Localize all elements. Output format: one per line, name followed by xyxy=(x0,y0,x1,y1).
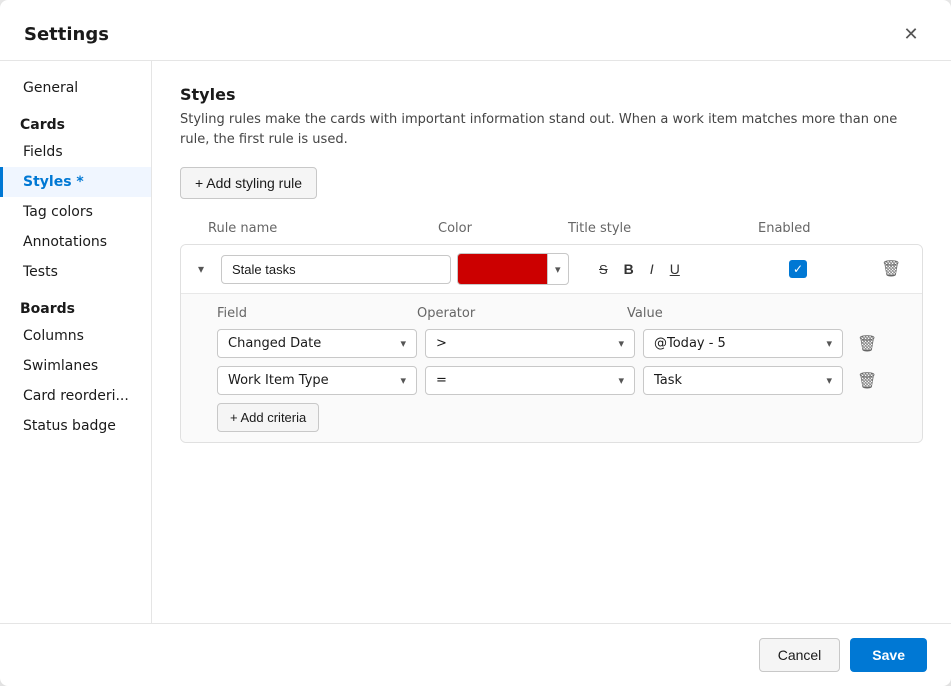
sidebar-item-tag-colors[interactable]: Tag colors xyxy=(0,197,151,227)
section-desc: Styling rules make the cards with import… xyxy=(180,110,923,149)
value-select-2-chevron: ▾ xyxy=(826,374,832,387)
field-select-2[interactable]: Work Item Type ▾ xyxy=(217,366,417,395)
color-chevron-button[interactable]: ▾ xyxy=(547,253,569,285)
criteria-row-2: Work Item Type ▾ = ▾ Task ▾ 🗑 xyxy=(217,366,910,395)
settings-dialog: Settings ✕ General Cards Fields Styles *… xyxy=(0,0,951,686)
save-button[interactable]: Save xyxy=(850,638,927,672)
sidebar-item-columns[interactable]: Columns xyxy=(0,321,151,351)
sidebar-item-card-reordering[interactable]: Card reorderi... xyxy=(0,381,151,411)
strikethrough-button[interactable]: S xyxy=(593,258,614,281)
field-select-2-chevron: ▾ xyxy=(400,374,406,387)
enabled-checkbox-area xyxy=(789,260,869,278)
bold-button[interactable]: B xyxy=(618,257,640,281)
dialog-footer: Cancel Save xyxy=(0,623,951,686)
underline-button[interactable]: U xyxy=(664,257,686,281)
delete-criteria-1-button[interactable]: 🗑 xyxy=(851,330,891,358)
value-select-1-value: @Today - 5 xyxy=(654,336,726,351)
operator-select-1[interactable]: > ▾ xyxy=(425,329,635,358)
value-select-1-chevron: ▾ xyxy=(826,337,832,350)
operator-select-1-value: > xyxy=(436,336,447,351)
col-color: Color xyxy=(438,221,568,236)
operator-select-2[interactable]: = ▾ xyxy=(425,366,635,395)
field-select-1-value: Changed Date xyxy=(228,336,321,351)
section-title: Styles xyxy=(180,85,923,104)
col-title-style: Title style xyxy=(568,221,758,236)
cancel-button[interactable]: Cancel xyxy=(759,638,841,672)
close-button[interactable]: ✕ xyxy=(895,18,927,50)
operator-select-1-chevron: ▾ xyxy=(618,337,624,350)
sidebar-item-tests[interactable]: Tests xyxy=(0,257,151,287)
value-select-1[interactable]: @Today - 5 ▾ xyxy=(643,329,843,358)
sidebar-section-boards: Boards xyxy=(0,287,151,321)
title-style-area: S B I U xyxy=(593,257,783,281)
sidebar-item-status-badge[interactable]: Status badge xyxy=(0,411,151,441)
value-select-2[interactable]: Task ▾ xyxy=(643,366,843,395)
color-picker-area: ▾ xyxy=(457,253,587,285)
rule-main-row: ▾ ▾ S B I U xyxy=(181,245,922,293)
sidebar-item-fields[interactable]: Fields xyxy=(0,137,151,167)
sidebar-section-cards: Cards xyxy=(0,103,151,137)
color-swatch[interactable] xyxy=(457,253,547,285)
italic-button[interactable]: I xyxy=(644,257,660,281)
enabled-checkbox[interactable] xyxy=(789,260,807,278)
criteria-col-operator: Operator xyxy=(417,306,627,321)
field-select-1-chevron: ▾ xyxy=(400,337,406,350)
dialog-header: Settings ✕ xyxy=(0,0,951,61)
sidebar-item-general[interactable]: General xyxy=(0,73,151,103)
expand-chevron-button[interactable]: ▾ xyxy=(187,260,215,278)
rule-row: ▾ ▾ S B I U xyxy=(180,244,923,443)
dialog-body: General Cards Fields Styles * Tag colors… xyxy=(0,61,951,623)
sidebar-item-styles[interactable]: Styles * xyxy=(0,167,151,197)
operator-select-2-chevron: ▾ xyxy=(618,374,624,387)
sidebar-item-swimlanes[interactable]: Swimlanes xyxy=(0,351,151,381)
delete-criteria-2-button[interactable]: 🗑 xyxy=(851,367,891,395)
col-rule-name: Rule name xyxy=(208,221,438,236)
operator-select-2-value: = xyxy=(436,373,447,388)
criteria-header: Field Operator Value xyxy=(217,304,910,329)
add-criteria-button[interactable]: + Add criteria xyxy=(217,403,319,432)
add-styling-rule-button[interactable]: + Add styling rule xyxy=(180,167,317,199)
field-select-2-value: Work Item Type xyxy=(228,373,329,388)
table-header: Rule name Color Title style Enabled xyxy=(180,217,923,240)
value-select-2-value: Task xyxy=(654,373,682,388)
sidebar-item-annotations[interactable]: Annotations xyxy=(0,227,151,257)
delete-rule-button[interactable]: 🗑 xyxy=(875,255,915,283)
main-content: Styles Styling rules make the cards with… xyxy=(152,61,951,623)
dialog-title: Settings xyxy=(24,24,109,45)
field-select-1[interactable]: Changed Date ▾ xyxy=(217,329,417,358)
criteria-col-field: Field xyxy=(217,306,417,321)
criteria-row-1: Changed Date ▾ > ▾ @Today - 5 ▾ 🗑 xyxy=(217,329,910,358)
criteria-section: Field Operator Value Changed Date ▾ > ▾ xyxy=(181,293,922,442)
col-enabled: Enabled xyxy=(758,221,838,236)
criteria-col-value: Value xyxy=(627,306,827,321)
rule-name-input[interactable] xyxy=(221,255,451,284)
sidebar: General Cards Fields Styles * Tag colors… xyxy=(0,61,152,623)
